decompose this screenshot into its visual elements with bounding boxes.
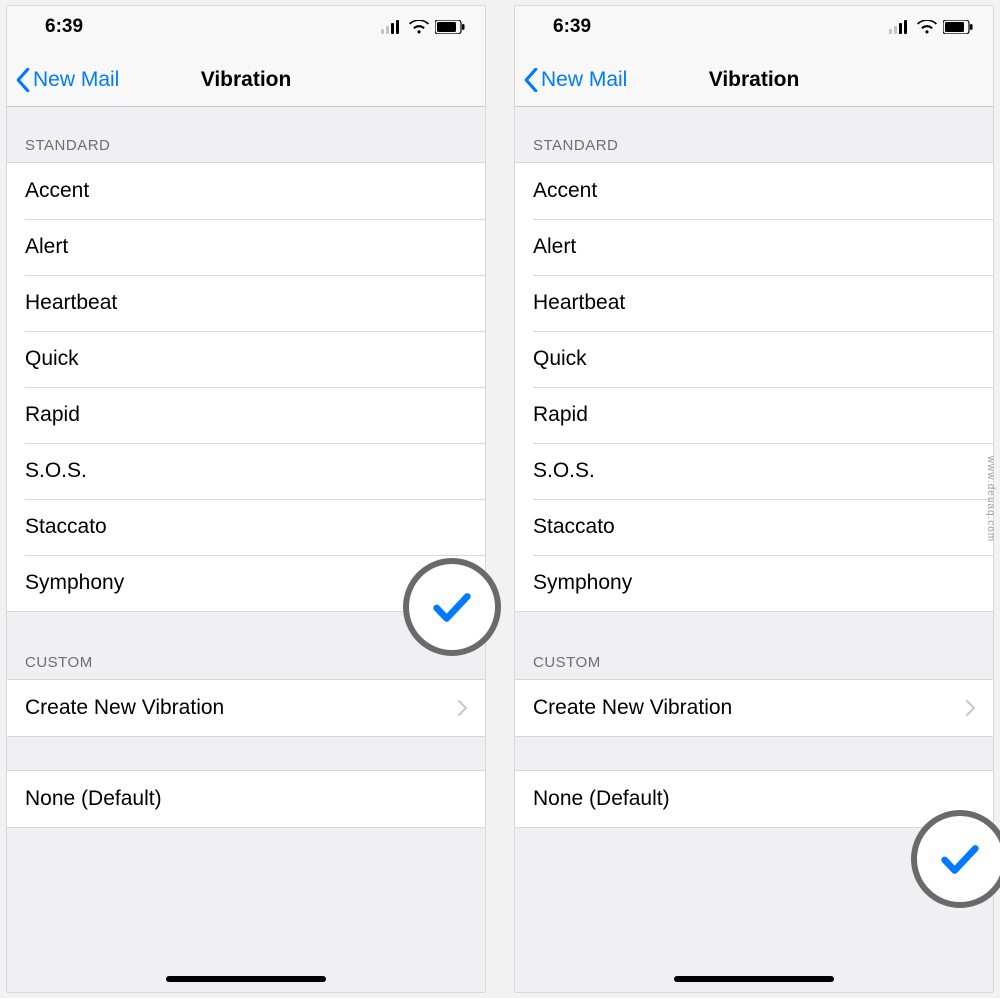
row-label: S.O.S. xyxy=(25,459,467,483)
vibration-quick[interactable]: Quick xyxy=(7,331,485,387)
row-label: Quick xyxy=(25,347,467,371)
row-label: Symphony xyxy=(533,571,975,595)
gap xyxy=(7,737,485,771)
back-button[interactable]: New Mail xyxy=(15,68,119,92)
row-label: Accent xyxy=(533,179,975,203)
row-label: Rapid xyxy=(533,403,975,427)
spacer xyxy=(7,828,485,992)
vibration-none[interactable]: None (Default) xyxy=(7,771,485,827)
vibration-accent[interactable]: Accent xyxy=(515,163,993,219)
vibration-heartbeat[interactable]: Heartbeat xyxy=(7,275,485,331)
vibration-alert[interactable]: Alert xyxy=(7,219,485,275)
selection-highlight xyxy=(911,810,1000,908)
phone-right: 6:39 New Mail Vibration STANDARD Accent … xyxy=(514,5,994,993)
section-header-custom: CUSTOM xyxy=(515,612,993,679)
list-standard: Accent Alert Heartbeat Quick Rapid S.O.S… xyxy=(515,162,993,612)
vibration-sos[interactable]: S.O.S. xyxy=(515,443,993,499)
row-label: S.O.S. xyxy=(533,459,975,483)
list-custom: Create New Vibration xyxy=(7,679,485,737)
vibration-none[interactable]: None (Default) xyxy=(515,771,993,827)
row-label: Accent xyxy=(25,179,467,203)
back-label: New Mail xyxy=(33,68,119,92)
nav-bar: New Mail Vibration xyxy=(515,54,993,107)
create-new-vibration[interactable]: Create New Vibration xyxy=(7,680,485,736)
list-none: None (Default) xyxy=(515,771,993,828)
vibration-heartbeat[interactable]: Heartbeat xyxy=(515,275,993,331)
row-label: Create New Vibration xyxy=(533,696,965,720)
status-time: 6:39 xyxy=(553,16,591,38)
row-label: None (Default) xyxy=(533,787,975,811)
vibration-alert[interactable]: Alert xyxy=(515,219,993,275)
row-label: Staccato xyxy=(25,515,467,539)
nav-bar: New Mail Vibration xyxy=(7,54,485,107)
signal-icon xyxy=(889,20,911,34)
gap xyxy=(515,737,993,771)
vibration-rapid[interactable]: Rapid xyxy=(7,387,485,443)
row-label: Staccato xyxy=(533,515,975,539)
section-header-standard: STANDARD xyxy=(515,107,993,162)
status-icons xyxy=(381,20,465,34)
row-label: Heartbeat xyxy=(25,291,467,315)
chevron-left-icon xyxy=(523,68,539,92)
battery-icon xyxy=(943,20,973,34)
selection-highlight xyxy=(403,558,501,656)
phone-left: 6:39 New Mail Vibration STANDARD Accent … xyxy=(6,5,486,993)
vibration-quick[interactable]: Quick xyxy=(515,331,993,387)
checkmark-icon xyxy=(937,836,983,882)
home-indicator[interactable] xyxy=(166,976,326,982)
vibration-rapid[interactable]: Rapid xyxy=(515,387,993,443)
row-label: Alert xyxy=(25,235,467,259)
row-label: Rapid xyxy=(25,403,467,427)
battery-icon xyxy=(435,20,465,34)
status-bar: 6:39 xyxy=(515,6,993,54)
chevron-right-icon xyxy=(457,700,467,716)
status-icons xyxy=(889,20,973,34)
chevron-right-icon xyxy=(965,700,975,716)
vibration-staccato[interactable]: Staccato xyxy=(7,499,485,555)
row-label: None (Default) xyxy=(25,787,467,811)
wifi-icon xyxy=(917,20,937,34)
list-standard: Accent Alert Heartbeat Quick Rapid S.O.S… xyxy=(7,162,485,612)
status-time: 6:39 xyxy=(45,16,83,38)
vibration-symphony[interactable]: Symphony xyxy=(515,555,993,611)
wifi-icon xyxy=(409,20,429,34)
row-label: Create New Vibration xyxy=(25,696,457,720)
create-new-vibration[interactable]: Create New Vibration xyxy=(515,680,993,736)
back-label: New Mail xyxy=(541,68,627,92)
watermark: www.deuaq.com xyxy=(985,456,996,542)
list-custom: Create New Vibration xyxy=(515,679,993,737)
list-none: None (Default) xyxy=(7,771,485,828)
chevron-left-icon xyxy=(15,68,31,92)
vibration-staccato[interactable]: Staccato xyxy=(515,499,993,555)
row-label: Symphony xyxy=(25,571,467,595)
signal-icon xyxy=(381,20,403,34)
home-indicator[interactable] xyxy=(674,976,834,982)
checkmark-icon xyxy=(429,584,475,630)
status-bar: 6:39 xyxy=(7,6,485,54)
vibration-accent[interactable]: Accent xyxy=(7,163,485,219)
vibration-sos[interactable]: S.O.S. xyxy=(7,443,485,499)
back-button[interactable]: New Mail xyxy=(523,68,627,92)
row-label: Alert xyxy=(533,235,975,259)
row-label: Heartbeat xyxy=(533,291,975,315)
section-header-standard: STANDARD xyxy=(7,107,485,162)
row-label: Quick xyxy=(533,347,975,371)
